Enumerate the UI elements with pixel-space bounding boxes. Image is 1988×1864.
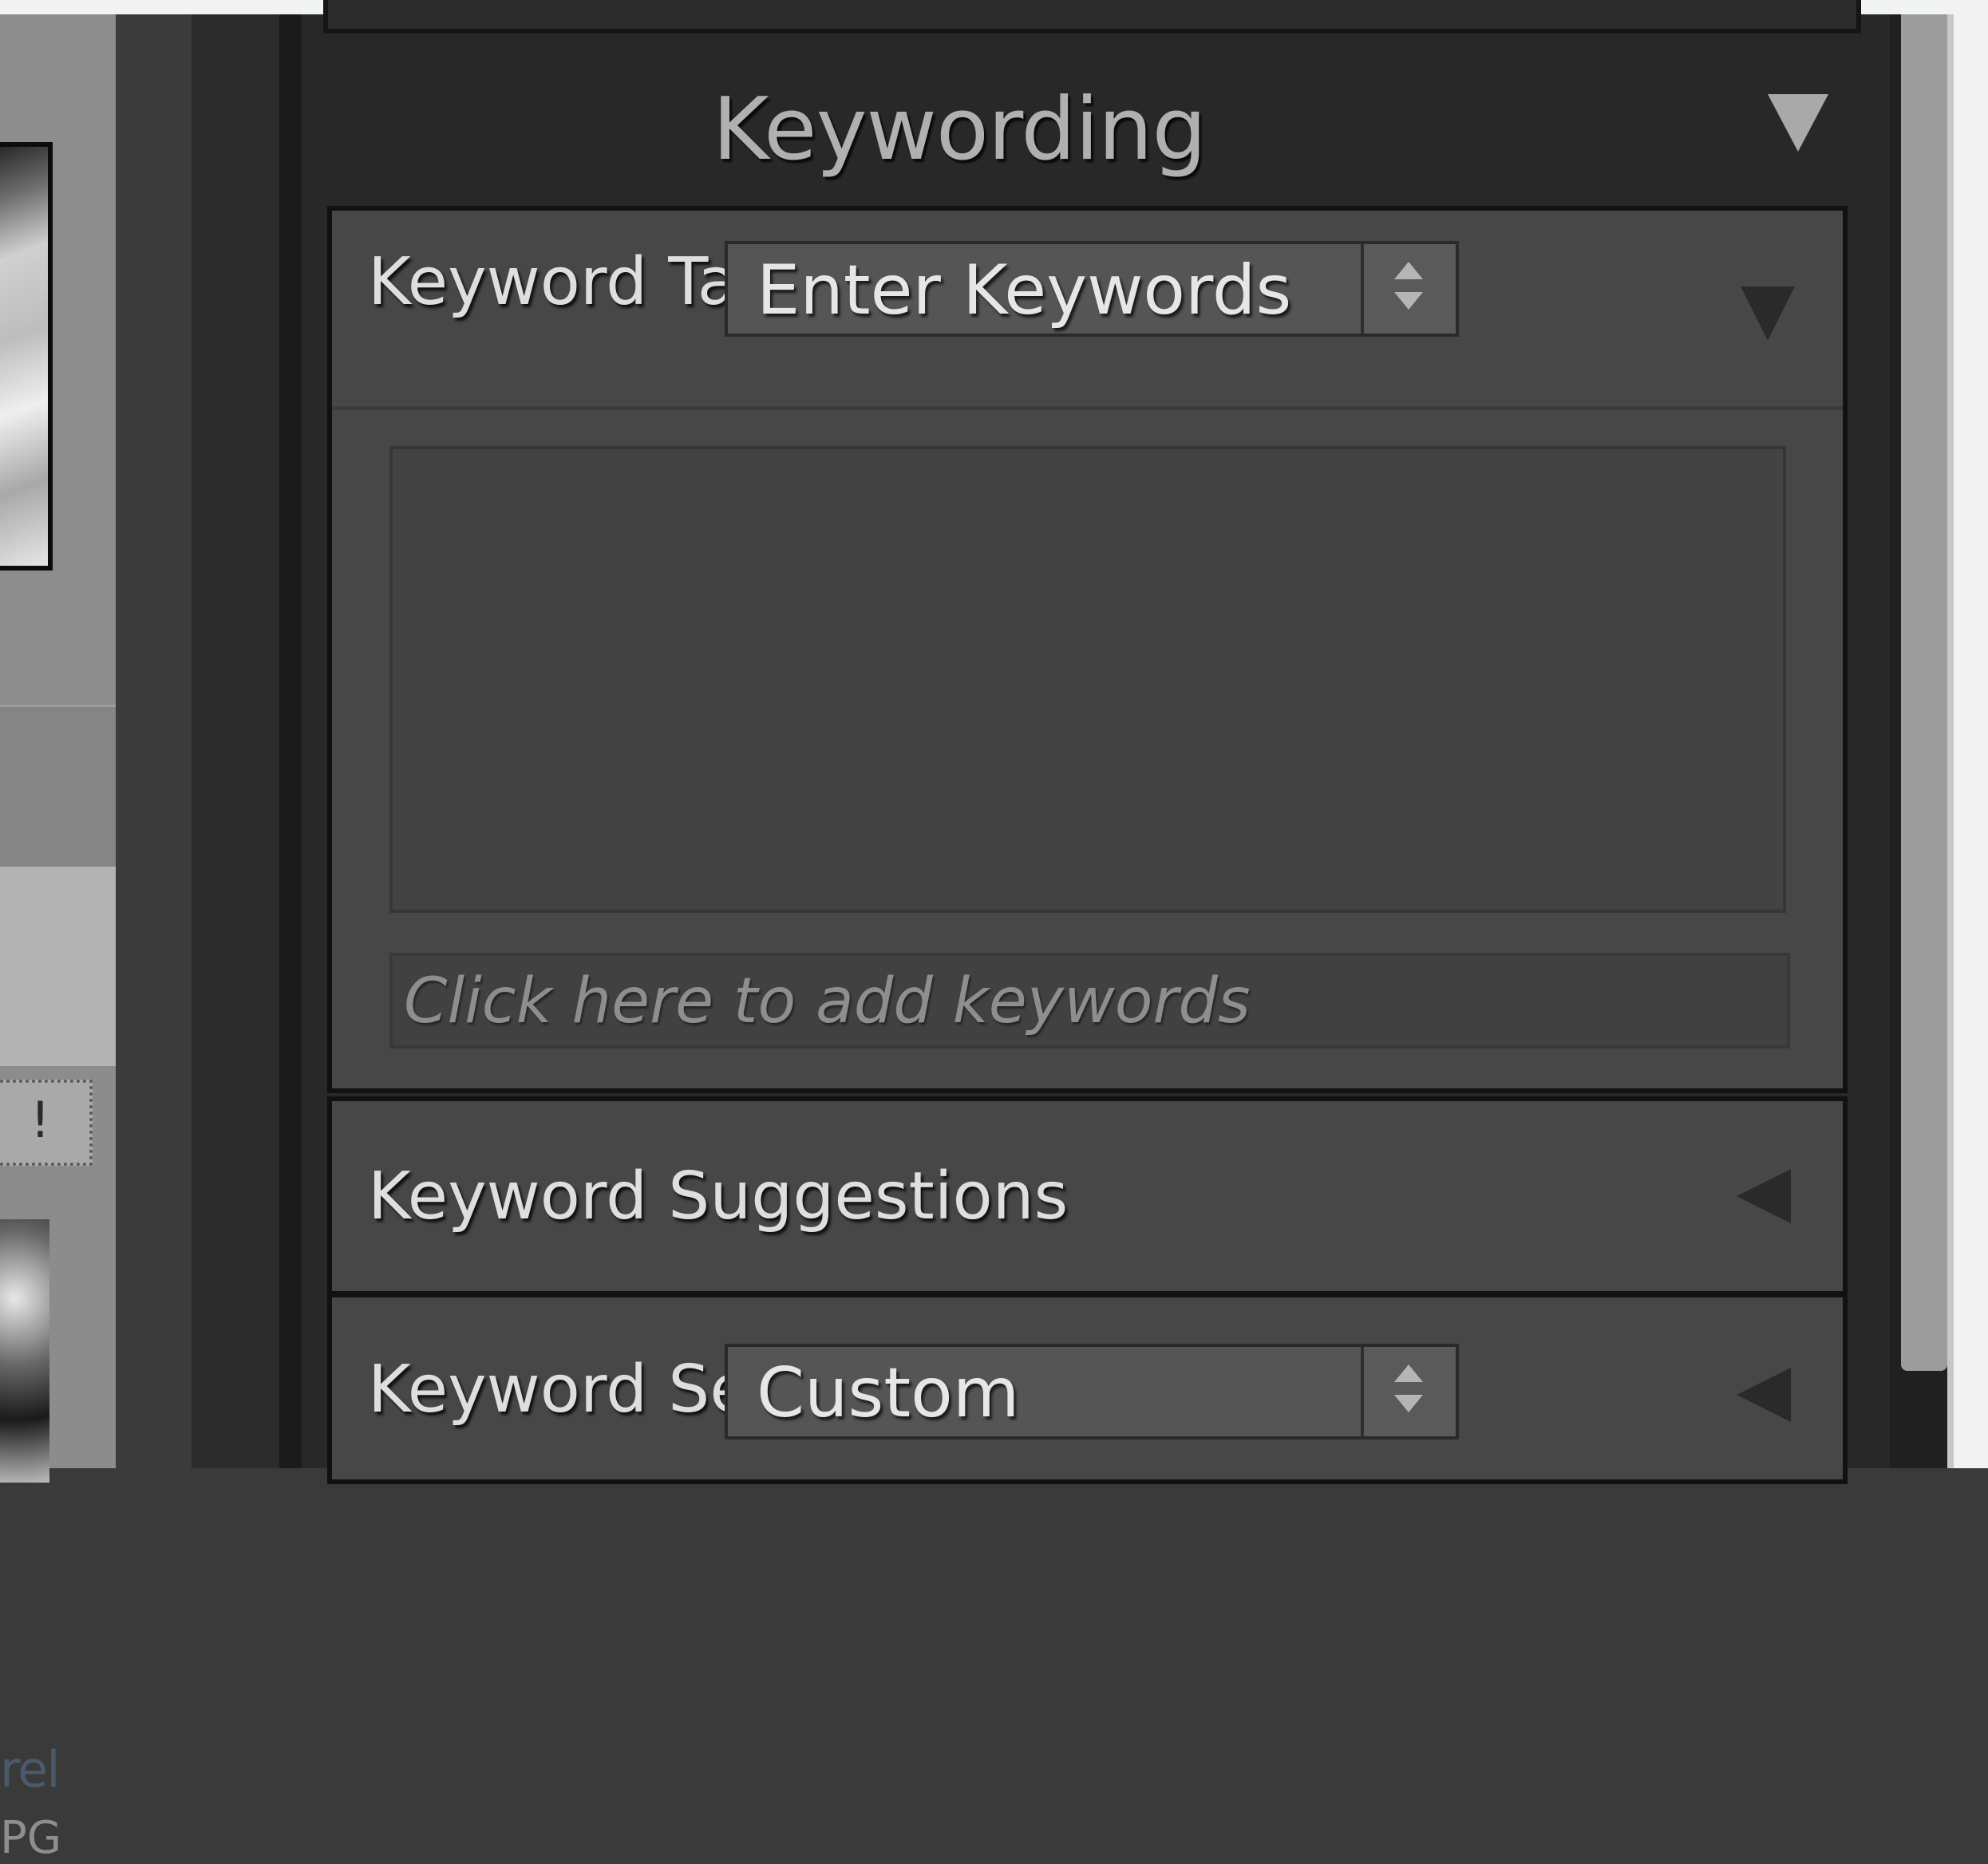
keyword-tags-dropdown[interactable]: Enter Keywords [725, 241, 1459, 337]
panel-divider[interactable] [279, 14, 302, 1468]
triangle-down-icon[interactable] [1741, 286, 1795, 341]
arrow-up-icon [1394, 262, 1423, 279]
thumbnail-image[interactable] [0, 142, 53, 571]
thumbnail-image[interactable] [0, 1219, 49, 1483]
filmstrip: rel PG ! [0, 14, 116, 1864]
arrow-up-icon [1394, 1364, 1423, 1382]
scrollbar-edge [1947, 14, 1954, 1468]
keyword-set-label: Keyword Set [368, 1352, 776, 1428]
triangle-left-icon[interactable] [1737, 1169, 1791, 1223]
filmstrip-cell-footer [0, 705, 116, 867]
panel-title[interactable]: Keywording [713, 80, 1207, 180]
triangle-down-icon[interactable] [1768, 94, 1828, 152]
up-down-stepper-icon[interactable] [1361, 244, 1456, 334]
previous-panel-bottom [323, 0, 1861, 34]
panel-divider [116, 14, 192, 1468]
add-keywords-field[interactable]: Click here to add keywords [389, 953, 1790, 1048]
arrow-down-icon [1394, 1395, 1423, 1412]
warning-badge[interactable]: ! [0, 1080, 93, 1166]
up-down-stepper-icon[interactable] [1361, 1347, 1456, 1436]
keyword-set-dropdown-value: Custom [757, 1353, 1020, 1433]
keyword-suggestions-section[interactable]: Keyword Suggestions [327, 1096, 1848, 1296]
filmstrip-cell[interactable] [0, 14, 116, 705]
keyword-tags-dropdown-value: Enter Keywords [757, 251, 1292, 330]
panel-divider [192, 14, 279, 1468]
add-keywords-placeholder: Click here to add keywords [404, 966, 1251, 1037]
keyword-tags-section: Keyword Tags Enter Keywords Click here t… [327, 206, 1848, 1093]
filmstrip-cell-info[interactable]: rel PG [0, 867, 116, 1864]
arrow-down-icon [1394, 292, 1423, 310]
file-extension: PG [0, 1812, 62, 1864]
keywords-text-area[interactable] [389, 446, 1786, 913]
keyword-set-section: Keyword Set Custom [327, 1293, 1848, 1484]
warning-icon: ! [30, 1091, 50, 1149]
keyword-set-dropdown[interactable]: Custom [725, 1344, 1459, 1439]
triangle-left-icon[interactable] [1737, 1368, 1791, 1422]
file-name: rel [0, 1740, 60, 1799]
scrollbar-thumb[interactable] [1901, 14, 1947, 1371]
keyword-suggestions-label: Keyword Suggestions [368, 1159, 1069, 1234]
section-divider [332, 406, 1843, 410]
